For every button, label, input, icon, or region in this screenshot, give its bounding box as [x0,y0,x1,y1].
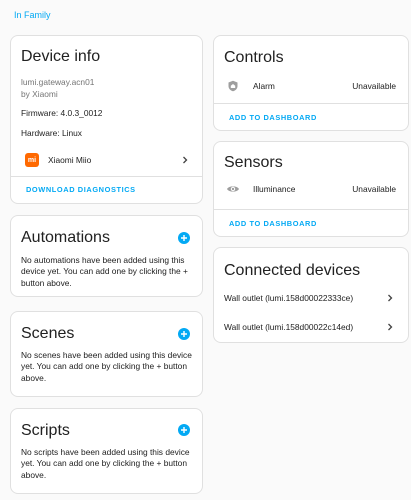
controls-card: Controls Alarm Unavailable Add to dashbo… [213,35,409,131]
connected-device-item[interactable]: Wall outlet (lumi.158d00022333ce) [214,288,408,308]
area-link[interactable]: In Family [14,10,51,20]
add-automation-button[interactable] [178,232,190,244]
automations-empty-text: No automations have been added using thi… [21,255,188,288]
device-info-title: Device info [21,48,101,65]
device-hardware: Hardware: Linux [21,128,82,138]
controls-title: Controls [224,49,284,66]
integration-label: Xiaomi Miio [48,155,92,165]
xiaomi-logo-icon: mi [25,153,39,167]
alarm-entity-row[interactable]: Alarm Unavailable [214,76,408,96]
device-info-divider [11,176,202,177]
xiaomi-logo-text: mi [27,156,37,164]
sensors-divider [214,209,408,210]
device-info-card: Device info lumi.gateway.acn01 by Xiaomi… [10,35,203,204]
connected-device-item[interactable]: Wall outlet (lumi.158d00022c14ed) [214,317,408,337]
automations-title: Automations [21,229,110,246]
scripts-title: Scripts [21,422,70,439]
illuminance-entity-state: Unavailable [352,184,396,194]
device-manufacturer: by Xiaomi [21,89,58,99]
connected-device-label: Wall outlet (lumi.158d00022c14ed) [224,322,354,332]
plus-icon [181,331,187,337]
add-script-button[interactable] [178,424,190,436]
connected-devices-title: Connected devices [224,262,361,279]
sensors-title: Sensors [224,154,283,171]
plus-icon [181,427,187,433]
scenes-card: Scenes No scenes have been added using t… [10,311,203,397]
scenes-empty-text: No scenes have been added using this dev… [21,350,192,383]
scripts-card: Scripts No scripts have been added using… [10,408,203,494]
controls-divider [214,103,408,104]
connected-devices-card: Connected devices Wall outlet (lumi.158d… [213,247,409,343]
sensors-add-to-dashboard-button[interactable]: Add to dashboard [229,219,317,228]
automations-card: Automations No automations have been add… [10,215,203,297]
device-firmware: Firmware: 4.0.3_0012 [21,108,103,118]
plus-icon [181,235,187,241]
chevron-right-icon [388,323,393,331]
chevron-right-icon [183,156,188,164]
chevron-right-icon [388,294,393,302]
scenes-title: Scenes [21,325,75,342]
illuminance-entity-row[interactable]: Illuminance Unavailable [214,179,408,199]
eye-icon [227,186,239,192]
alarm-entity-name: Alarm [253,81,275,91]
shield-home-icon [228,80,238,92]
connected-device-label: Wall outlet (lumi.158d00022333ce) [224,293,354,303]
sensors-card: Sensors Illuminance Unavailable Add to d… [213,141,409,237]
integration-row[interactable]: mi Xiaomi Miio [11,150,202,170]
download-diagnostics-button[interactable]: Download diagnostics [26,185,136,194]
illuminance-entity-name: Illuminance [253,184,296,194]
scripts-empty-text: No scripts have been added using this de… [21,447,190,480]
controls-add-to-dashboard-button[interactable]: Add to dashboard [229,113,317,122]
add-scene-button[interactable] [178,328,190,340]
alarm-entity-state: Unavailable [352,81,396,91]
device-model: lumi.gateway.acn01 [21,77,95,87]
